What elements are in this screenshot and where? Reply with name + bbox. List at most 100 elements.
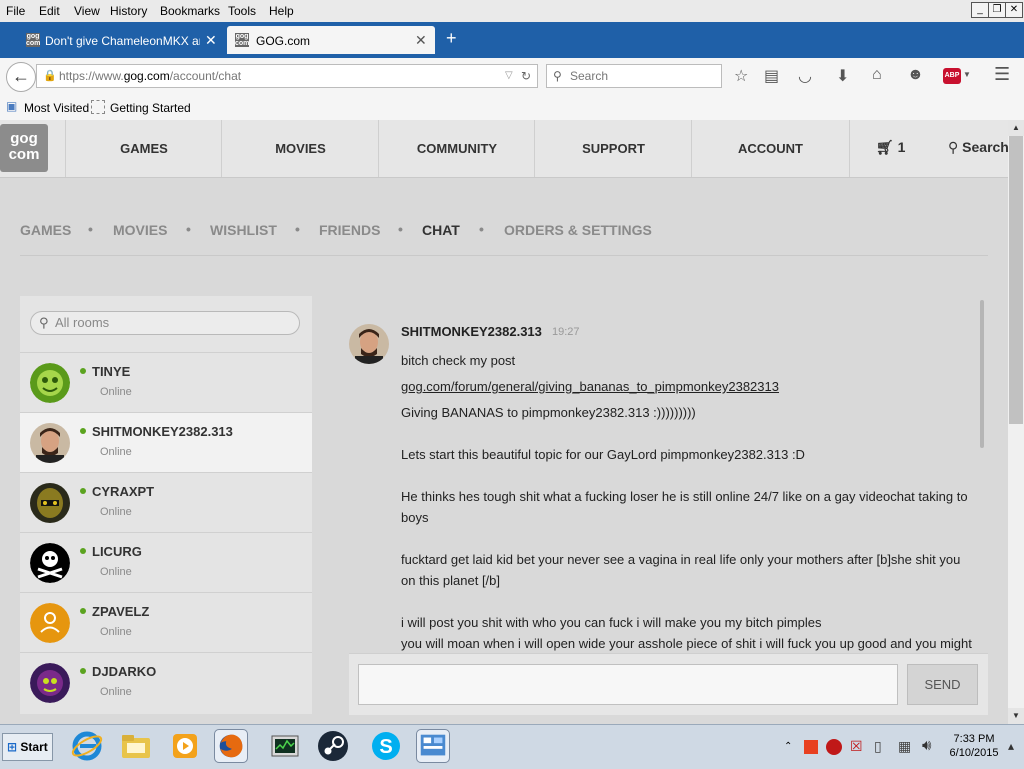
control-panel-icon[interactable] [416, 729, 450, 763]
gog-logo[interactable]: gog com [0, 124, 48, 172]
page-icon [91, 100, 105, 114]
subnav-wishlist[interactable]: WISHLIST [210, 222, 277, 238]
account-subnav: GAMES • MOVIES • WISHLIST • FRIENDS • CH… [20, 215, 988, 256]
scrollbar-thumb[interactable] [1009, 136, 1023, 424]
message-author[interactable]: SHITMONKEY2382.313 [401, 324, 542, 339]
file-explorer-icon[interactable] [119, 729, 153, 763]
skype-icon[interactable]: S [369, 729, 403, 763]
nav-community[interactable]: COMMUNITY [378, 120, 535, 177]
close-window-icon[interactable]: ✕ [1005, 2, 1023, 18]
steam-icon[interactable] [316, 729, 350, 763]
room-item-shitmonkey[interactable]: SHITMONKEY2382.313 Online [20, 412, 312, 473]
room-name: TINYE [80, 364, 130, 379]
room-name: CYRAXPT [80, 484, 154, 499]
bookmark-getting-started[interactable]: Getting Started [110, 101, 191, 115]
nav-account[interactable]: ACCOUNT [691, 120, 850, 177]
tab-gog[interactable]: gog com GOG.com ✕ [227, 26, 435, 54]
menu-file[interactable]: File [6, 4, 25, 18]
online-dot [80, 488, 86, 494]
message-time: 19:27 [552, 326, 580, 338]
media-player-icon[interactable] [168, 729, 202, 763]
bookmark-most-visited[interactable]: Most Visited [24, 101, 89, 115]
download-icon[interactable]: ⬇ [836, 66, 849, 86]
clock-time: 7:33 PM [953, 733, 995, 745]
search-icon: ⚲ [39, 315, 49, 330]
action-center-icon[interactable]: ▴ [1008, 739, 1014, 753]
firefox-icon[interactable] [214, 729, 248, 763]
scroll-down-icon[interactable]: ▼ [1008, 708, 1024, 724]
gog-favicon-icon: gog com [26, 33, 41, 47]
adblock-icon[interactable]: ABP [943, 68, 961, 84]
room-status: Online [100, 446, 132, 458]
menu-help[interactable]: Help [269, 4, 294, 18]
subnav-orders-settings[interactable]: ORDERS & SETTINGS [504, 222, 652, 238]
reading-list-icon[interactable]: ▤ [764, 66, 779, 86]
search-placeholder: Search [570, 69, 609, 83]
message-input[interactable] [358, 664, 898, 705]
dropdown-icon[interactable]: ▽ [505, 65, 513, 87]
tab-chameleon[interactable]: gog com Don't give ChameleonMKX an... ✕ [20, 26, 225, 54]
scroll-up-icon[interactable]: ▲ [1008, 120, 1024, 136]
chat-scrollbar[interactable] [980, 300, 984, 448]
room-item-zpavelz[interactable]: ZPAVELZ Online [20, 592, 312, 653]
message-link[interactable]: gog.com/forum/general/giving_bananas_to_… [401, 376, 976, 397]
cart-button[interactable]: 🛒︎ 1 [876, 139, 905, 156]
show-hidden-icons-icon[interactable]: ⌃ [784, 741, 792, 752]
room-name: DJDARKO [80, 664, 156, 679]
network-error-icon[interactable]: ☒ [850, 738, 863, 755]
nav-movies[interactable]: MOVIES [221, 120, 379, 177]
reload-icon[interactable]: ↻ [521, 65, 531, 87]
gog-header: gog com GAMES MOVIES COMMUNITY SUPPORT A… [0, 120, 1009, 178]
device-icon[interactable]: ▯ [874, 738, 882, 755]
adobe-icon[interactable] [826, 739, 842, 755]
menu-view[interactable]: View [74, 4, 100, 18]
menu-bookmarks[interactable]: Bookmarks [160, 4, 220, 18]
office-icon[interactable] [804, 740, 818, 754]
menu-tools[interactable]: Tools [228, 4, 256, 18]
pocket-icon[interactable]: ◡ [798, 66, 812, 86]
adblock-dropdown-icon[interactable]: ▼ [963, 70, 971, 79]
room-item-djdarko[interactable]: DJDARKO Online [20, 652, 312, 713]
online-dot [80, 548, 86, 554]
nav-games[interactable]: GAMES [65, 120, 222, 177]
nav-support[interactable]: SUPPORT [534, 120, 692, 177]
subnav-friends[interactable]: FRIENDS [319, 222, 380, 238]
home-icon[interactable]: ⌂ [872, 66, 882, 84]
volume-icon[interactable]: 🔊︎ [922, 737, 931, 754]
menu-edit[interactable]: Edit [39, 4, 60, 18]
minimize-icon[interactable]: _ [971, 2, 989, 18]
room-item-tinye[interactable]: TINYE Online [20, 352, 312, 413]
network-icon[interactable]: ▦ [898, 738, 911, 755]
subnav-movies[interactable]: MOVIES [113, 222, 167, 238]
restore-icon[interactable]: ❐ [988, 2, 1006, 18]
room-status: Online [100, 506, 132, 518]
online-dot [80, 668, 86, 674]
separator-dot: • [88, 221, 93, 237]
task-manager-icon[interactable] [268, 729, 302, 763]
start-button[interactable]: ⊞ Start [2, 733, 53, 761]
chat-smiley-icon[interactable]: ☻ [907, 66, 924, 84]
site-search-button[interactable]: ⚲ Search [948, 139, 1009, 156]
taskbar-clock[interactable]: 7:33 PM 6/10/2015 [944, 732, 1004, 760]
site-search-label: Search [962, 139, 1009, 155]
bookmark-star-icon[interactable]: ☆ [734, 66, 748, 86]
room-item-cyraxpt[interactable]: CYRAXPT Online [20, 472, 312, 533]
room-item-licurg[interactable]: LICURG Online [20, 532, 312, 593]
url-bar[interactable]: 🔒 https://www.gog.com/account/chat ▽ ↻ [36, 64, 538, 88]
search-icon: ⚲ [948, 139, 959, 155]
subnav-chat[interactable]: CHAT [422, 222, 460, 238]
avatar [30, 483, 70, 523]
hamburger-menu-icon[interactable]: ☰ [994, 64, 1010, 85]
rooms-search-input[interactable]: ⚲ All rooms [30, 311, 300, 335]
tab-title: GOG.com [256, 34, 311, 48]
close-tab-icon[interactable]: ✕ [415, 32, 427, 49]
close-tab-icon[interactable]: ✕ [205, 32, 217, 49]
cart-count: 1 [897, 139, 906, 155]
send-button[interactable]: SEND [907, 664, 978, 705]
menu-history[interactable]: History [110, 4, 147, 18]
subnav-games[interactable]: GAMES [20, 222, 71, 238]
new-tab-icon[interactable]: + [446, 28, 457, 49]
back-arrow-icon[interactable]: ← [6, 62, 36, 92]
search-bar[interactable]: ⚲ Search [546, 64, 722, 88]
internet-explorer-icon[interactable] [70, 729, 104, 763]
